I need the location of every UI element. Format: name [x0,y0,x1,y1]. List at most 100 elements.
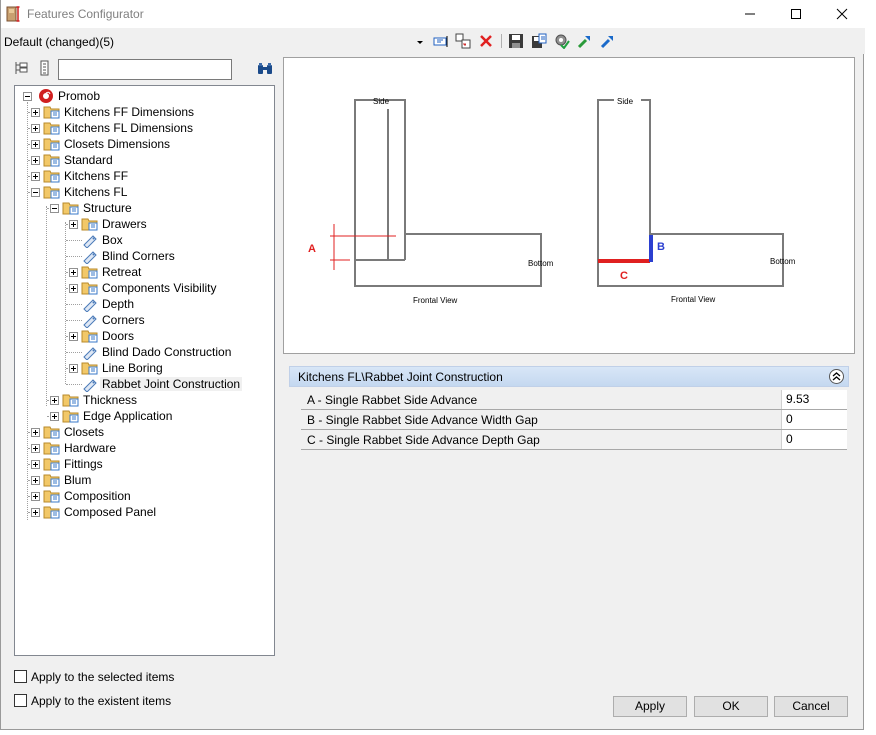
property-value-input[interactable]: 0 [781,410,847,429]
apply-button[interactable]: Apply [613,696,687,717]
tree-node-label: Standard [64,153,113,167]
folder-icon [43,104,61,120]
close-button[interactable] [819,0,865,28]
minimize-button[interactable] [727,0,773,28]
apply-existent-label[interactable]: Apply to the existent items [31,694,171,708]
preset-dropdown-button[interactable] [415,32,427,50]
tree-node-label: Kitchens FF [64,169,129,183]
tree-node-label: Box [102,233,123,247]
view-label-right: Frontal View [671,295,716,304]
property-value-input[interactable]: 9.53 [781,390,847,409]
apply-all-button[interactable] [553,32,571,50]
tree-node-label: Edge Application [83,409,173,423]
expand-toggle[interactable] [31,508,40,517]
expand-toggle[interactable] [69,284,78,293]
expand-toggle[interactable] [69,220,78,229]
tree-guide [66,352,82,353]
expand-toggle[interactable] [50,396,59,405]
promob-logo-icon [39,89,53,103]
title-bar[interactable]: Features Configurator [1,0,865,28]
collapse-toggle[interactable] [31,188,40,197]
tree-node-label: Hardware [64,441,117,455]
expand-toggle[interactable] [31,492,40,501]
expand-toggle[interactable] [69,364,78,373]
expand-toggle[interactable] [31,444,40,453]
tree-node-label: Blum [64,473,92,487]
delete-preset-button[interactable] [477,32,495,50]
apply-selected-label[interactable]: Apply to the selected items [31,670,174,684]
save-icon [509,34,523,48]
copy-preset-button[interactable] [454,32,472,50]
tree-node-label: Drawers [102,217,147,231]
tree-node-label: Closets [64,425,105,439]
property-value-input[interactable]: 0 [781,430,847,449]
rabbet-joint-diagram: Side Bottom Frontal View A Side Bottom F… [308,96,796,305]
side-label-left: Side [373,97,390,106]
expand-toggle[interactable] [31,172,40,181]
toolbar-separator [501,34,502,48]
save-as-icon [532,33,547,48]
minimize-icon [745,13,755,15]
collapse-toggle[interactable] [23,92,32,101]
property-name: A - Single Rabbet Side Advance [307,393,478,407]
tree-node-label: Promob [58,89,101,103]
bottom-label-right: Bottom [770,257,796,266]
maximize-button[interactable] [773,0,819,28]
expand-toggle[interactable] [69,268,78,277]
folder-icon [43,152,61,168]
collapse-toggle[interactable] [50,204,59,213]
expand-toggle[interactable] [31,124,40,133]
dropdown-arrow-icon [417,41,423,44]
folder-icon [43,136,61,152]
bottom-label-left: Bottom [528,259,554,268]
feature-icon [81,344,99,361]
folder-icon [81,216,99,232]
save-button[interactable] [507,32,525,50]
import-button[interactable] [576,32,594,50]
apply-selected-checkbox[interactable] [14,670,27,683]
maximize-icon [791,9,801,19]
expand-toggle[interactable] [69,332,78,341]
folder-icon [43,488,61,504]
property-row: B - Single Rabbet Side Advance Width Gap… [301,410,847,430]
property-name: B - Single Rabbet Side Advance Width Gap [307,413,538,427]
app-icon [6,6,20,22]
tree-node-label: Kitchens FL [64,185,128,199]
properties-section-header[interactable]: Kitchens FL\Rabbet Joint Construction [289,366,849,387]
expand-toggle[interactable] [31,156,40,165]
feature-tree[interactable]: Promob Kitchens FF Dimensions Kitchens FL… [14,85,275,656]
tree-guide [46,206,47,406]
expand-toggle[interactable] [31,108,40,117]
collapse-section-button[interactable] [829,369,844,384]
expand-tree-icon[interactable] [13,60,29,76]
tree-search-input[interactable] [58,59,232,80]
tree-guide [66,304,82,305]
ok-button[interactable]: OK [694,696,768,717]
expand-toggle[interactable] [31,460,40,469]
binoculars-icon[interactable] [256,61,274,77]
property-name: C - Single Rabbet Side Advance Depth Gap [307,433,540,447]
window-title: Features Configurator [27,7,144,21]
close-icon [836,8,848,20]
double-chevron-up-icon [832,372,841,381]
rename-preset-button[interactable] [432,32,450,50]
apply-existent-checkbox[interactable] [14,694,27,707]
expand-toggle[interactable] [50,412,59,421]
dimension-a [330,224,396,270]
tree-node-label: Kitchens FL Dimensions [64,121,193,135]
marker-a: A [308,243,316,255]
marker-c: C [620,270,628,282]
tree-node-label: Blind Corners [102,249,175,263]
tree-node-label: Kitchens FF Dimensions [64,105,195,119]
expand-toggle[interactable] [31,428,40,437]
folder-icon [62,408,80,424]
cancel-button[interactable]: Cancel [774,696,848,717]
feature-icon [81,376,99,393]
collapse-tree-icon[interactable] [39,60,51,76]
expand-toggle[interactable] [31,476,40,485]
expand-toggle[interactable] [31,140,40,149]
save-as-button[interactable] [530,32,548,50]
tree-node-label: Blind Dado Construction [102,345,232,359]
tree-guide [27,102,28,520]
export-button[interactable] [599,32,617,50]
